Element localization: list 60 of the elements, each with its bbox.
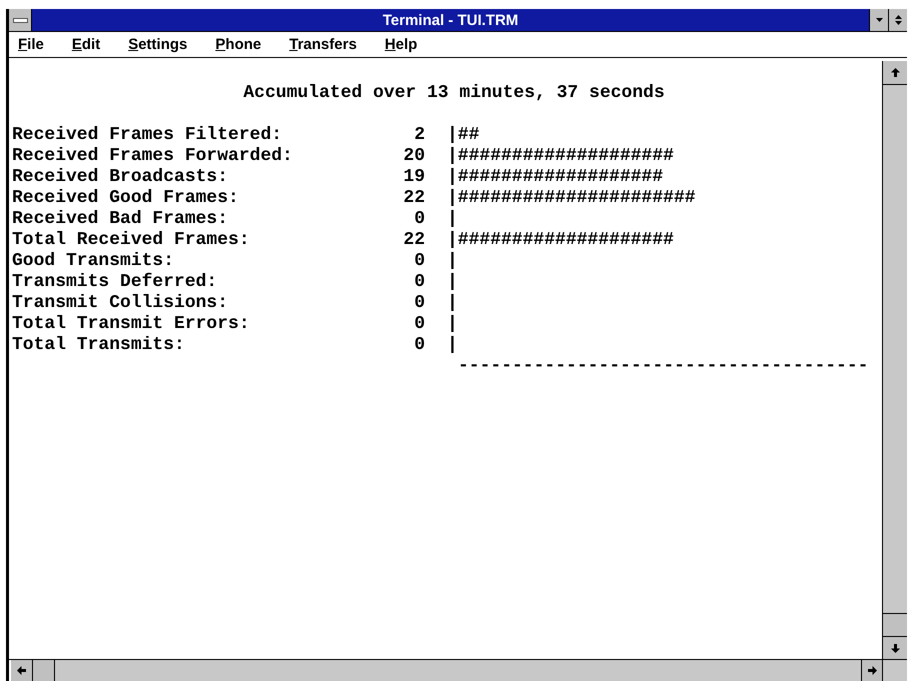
stat-label: Transmits Deferred: bbox=[12, 272, 218, 293]
hash-text: |#################### bbox=[447, 146, 674, 167]
stat-label: Total Transmit Errors: bbox=[12, 314, 251, 335]
up-arrow-icon bbox=[890, 68, 900, 77]
stat-value: 0 bbox=[413, 272, 425, 293]
stat-label: Good Transmits: bbox=[12, 251, 176, 272]
stat-value: 19 bbox=[402, 167, 425, 188]
maximize-button[interactable] bbox=[888, 9, 907, 31]
hash-text: |################### bbox=[447, 167, 664, 188]
hash-text: | bbox=[447, 251, 458, 272]
hash-text: |## bbox=[447, 125, 480, 146]
menu-item[interactable]: Settings bbox=[120, 36, 196, 54]
scroll-down-button[interactable] bbox=[883, 636, 907, 659]
hash-text: | bbox=[447, 335, 458, 356]
vertical-scrollbar[interactable] bbox=[882, 61, 907, 659]
hash-text: |###################### bbox=[447, 188, 696, 209]
stat-label: Total Transmits: bbox=[12, 335, 186, 356]
stat-value: 0 bbox=[413, 251, 425, 272]
dash-text: -------------------------------------- bbox=[458, 356, 868, 377]
stat-value: 0 bbox=[413, 314, 425, 335]
menu-item[interactable]: Help bbox=[376, 36, 426, 54]
scroll-thumb[interactable] bbox=[33, 660, 55, 681]
bar-icon bbox=[12, 18, 28, 22]
stat-label: Received Good Frames: bbox=[12, 188, 240, 209]
hash-text: | bbox=[447, 314, 458, 335]
hash-text: | bbox=[447, 272, 458, 293]
horizontal-scrollbar[interactable] bbox=[11, 660, 882, 681]
menu-item[interactable]: File bbox=[10, 36, 52, 54]
stat-value: 22 bbox=[402, 230, 425, 251]
stat-value: 0 bbox=[413, 293, 425, 314]
menu-item[interactable]: Phone bbox=[207, 36, 270, 54]
stat-value: 2 bbox=[413, 125, 425, 146]
scroll-right-button[interactable] bbox=[861, 660, 882, 681]
menu-item[interactable]: Transfers bbox=[281, 36, 365, 54]
right-arrow-icon bbox=[868, 666, 876, 675]
scroll-thumb[interactable] bbox=[883, 613, 907, 636]
down-triangle-icon bbox=[876, 18, 882, 22]
stat-value: 20 bbox=[402, 146, 425, 167]
heading-text: Accumulated over 13 minutes, 37 seconds bbox=[243, 83, 665, 104]
menu-item[interactable]: Edit bbox=[64, 36, 108, 54]
up-down-triangles-icon bbox=[894, 15, 902, 25]
stat-label: Received Frames Filtered: bbox=[12, 125, 284, 146]
down-arrow-icon bbox=[890, 644, 900, 652]
stat-label: Total Received Frames: bbox=[12, 230, 251, 251]
stat-label: Received Bad Frames: bbox=[12, 209, 230, 230]
hash-text: | bbox=[447, 209, 458, 230]
left-arrow-icon bbox=[17, 666, 26, 675]
stat-label: Received Broadcasts: bbox=[12, 167, 230, 188]
window-title: Terminal - TUI.TRM bbox=[382, 12, 518, 28]
stat-label: Transmit Collisions: bbox=[12, 293, 230, 314]
stat-label: Received Frames Forwarded: bbox=[12, 146, 294, 167]
hash-text: | bbox=[447, 293, 458, 314]
stat-value: 22 bbox=[402, 188, 425, 209]
system-menu-button[interactable] bbox=[9, 9, 32, 31]
hash-text: |#################### bbox=[447, 230, 674, 251]
minimize-button[interactable] bbox=[869, 9, 888, 31]
scroll-left-button[interactable] bbox=[11, 660, 33, 681]
scroll-up-button[interactable] bbox=[883, 61, 907, 85]
stat-value: 0 bbox=[413, 209, 425, 230]
stat-value: 0 bbox=[413, 335, 425, 356]
